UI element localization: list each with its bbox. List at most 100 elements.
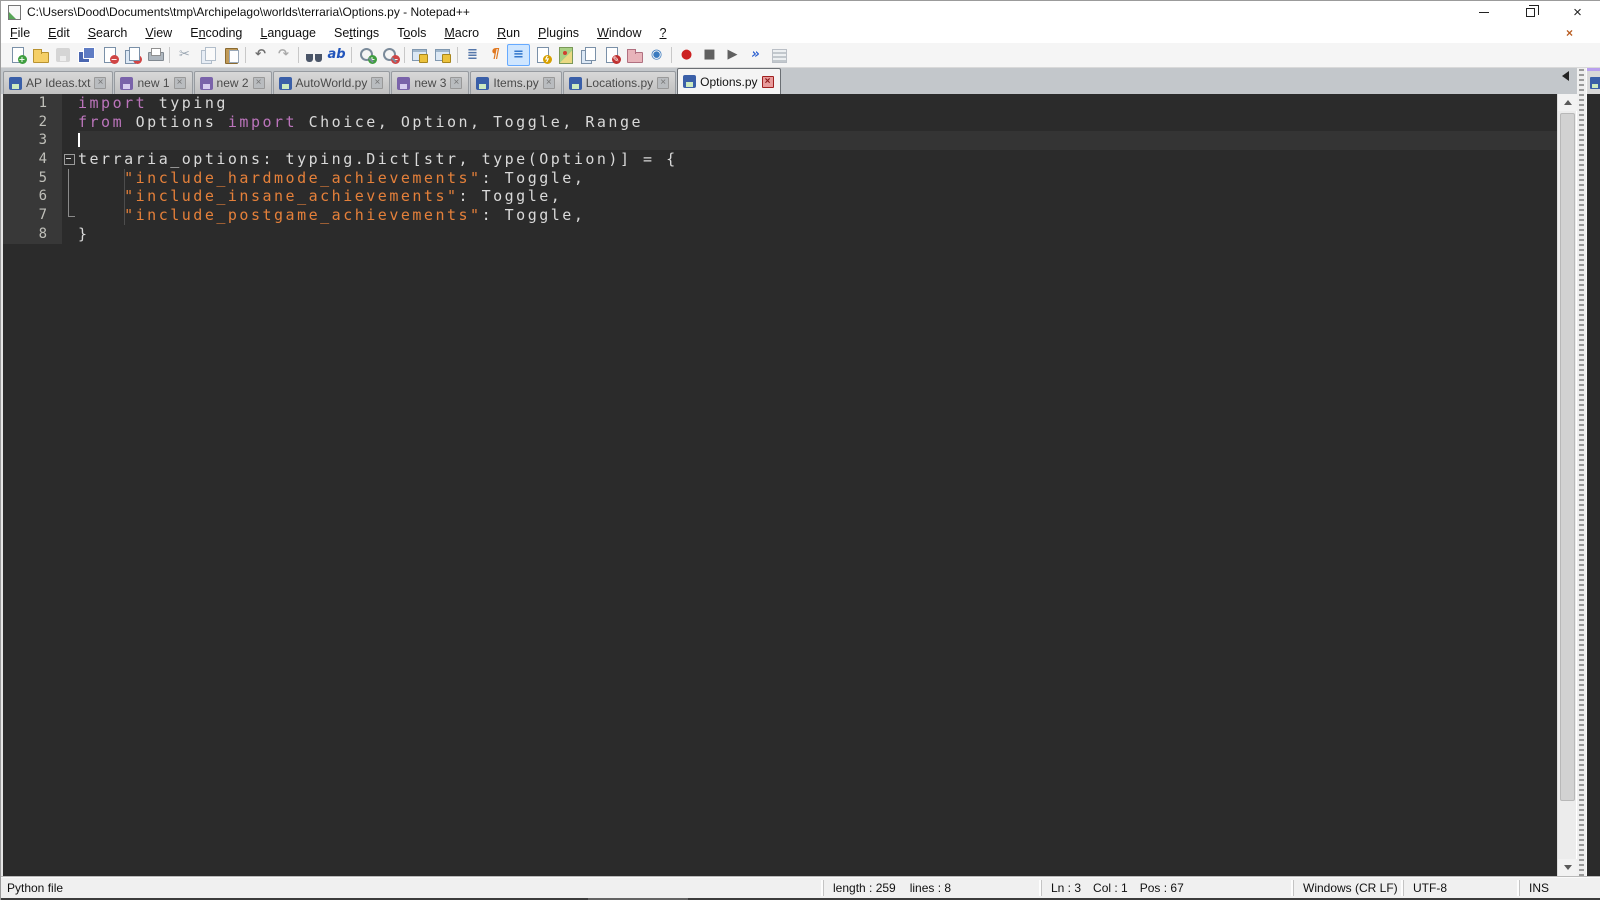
tab-new-2[interactable]: new 2 × [193,71,272,94]
folder-as-workspace-button[interactable] [622,44,645,66]
close-all-files-button[interactable]: − [120,44,143,66]
tab-locations-py[interactable]: Locations.py × [562,71,677,94]
copy-icon [200,47,216,64]
floppy-icon [568,76,582,90]
tab-autoworld-py[interactable]: AutoWorld.py × [272,71,391,94]
code-text: terraria_options: typing.Dict[str, type(… [78,150,1557,169]
run-macro-multiple-times-icon: » [751,47,760,62]
scroll-up-arrow[interactable] [1558,94,1577,111]
function-list-button[interactable]: ϟ [530,44,553,66]
token: : Toggle, [458,187,563,206]
document-edit-button[interactable]: ✎ [599,44,622,66]
tab-close-icon[interactable]: × [371,77,384,89]
redo-button[interactable]: ↷ [272,44,295,66]
paste-button[interactable] [219,44,242,66]
menu-macro[interactable]: Macro [435,24,488,42]
tab-close-icon[interactable]: × [450,77,463,89]
status-insert-mode[interactable]: INS [1519,880,1600,896]
monitoring-button[interactable]: ◉ [645,44,668,66]
menu-encoding[interactable]: Encoding [181,24,251,42]
partial-tab[interactable] [1587,68,1600,94]
close-file-button[interactable]: − [97,44,120,66]
playback-icon: ▶ [727,47,738,62]
menu-file[interactable]: File [1,24,39,42]
stop-recording-button[interactable]: ■ [698,44,721,66]
tab-items-py[interactable]: Items.py × [470,71,562,94]
document-map-button[interactable] [553,44,576,66]
playback-button[interactable]: ▶ [721,44,744,66]
copy-button[interactable] [196,44,219,66]
indent-guide [124,206,125,225]
floppy-icon [397,76,411,90]
save-button[interactable] [51,44,74,66]
close-button[interactable]: × [1554,1,1600,23]
save-recorded-macro-button[interactable] [767,44,790,66]
menu-tools[interactable]: Tools [388,24,435,42]
undo-button[interactable]: ↶ [249,44,272,66]
menu-help[interactable]: ? [651,24,676,42]
print-button[interactable] [143,44,166,66]
code-editor[interactable]: 1 import typing 2 from Options import Choic… [1,94,1557,876]
tab-close-icon[interactable]: × [173,77,186,89]
vertical-scrollbar[interactable] [1557,94,1577,876]
new-file-button[interactable]: + [5,44,28,66]
window-title: C:\Users\Dood\Documents\tmp\Archipelago\… [27,5,470,19]
show-all-characters-button[interactable]: ¶ [484,44,507,66]
menu-edit[interactable]: Edit [39,24,79,42]
open-file-button[interactable] [28,44,51,66]
tab-close-icon[interactable]: × [94,77,107,89]
menu-view[interactable]: View [136,24,181,42]
run-macro-multiple-times-button[interactable]: » [744,44,767,66]
code-line: 6 "include_insane_achievements": Toggle, [3,187,1557,207]
fold-marker [62,206,78,225]
tab-options-py[interactable]: Options.py × [677,68,781,94]
function-list-icon: ϟ [534,47,552,64]
line-number: 3 [3,131,62,151]
menu-window[interactable]: Window [588,24,650,42]
find-button[interactable] [302,44,325,66]
zoom-in-button[interactable]: + [355,44,378,66]
minimize-button[interactable] [1460,1,1507,23]
scroll-down-arrow[interactable] [1558,859,1577,876]
status-lines: lines : 8 [909,881,952,895]
menubar-close-icon[interactable]: × [1566,26,1573,40]
tab-scroll-left-arrow[interactable] [1562,71,1569,81]
toolbar-separator [298,47,299,63]
tab-new-3[interactable]: new 3 × [391,71,470,94]
show-indent-guide-button[interactable]: ≡ [507,44,530,66]
indent-guide [124,187,125,207]
tab-new-1[interactable]: new 1 × [114,71,193,94]
zoom-out-button[interactable]: − [378,44,401,66]
fold-margin [62,225,78,244]
tab-close-icon[interactable]: × [252,77,265,89]
tab-ap-ideas-txt[interactable]: AP Ideas.txt × [3,71,114,94]
toolbar-separator [351,47,352,63]
zoom-in-icon: + [359,47,377,64]
menu-run[interactable]: Run [488,24,529,42]
menu-language[interactable]: Language [251,24,325,42]
sync-horizontal-scrolling-button[interactable] [431,44,454,66]
dock-splitter-gripper[interactable] [1577,68,1586,876]
word-wrap-button[interactable]: ≣ [461,44,484,66]
menu-settings[interactable]: Settings [325,24,388,42]
tab-close-icon[interactable]: × [761,75,774,88]
save-all-button[interactable] [74,44,97,66]
start-recording-button[interactable]: ● [675,44,698,66]
text-caret [78,133,80,148]
scrollbar-thumb[interactable] [1560,113,1575,801]
cut-button[interactable]: ✂ [173,44,196,66]
menu-search[interactable]: Search [79,24,137,42]
document-list-button[interactable] [576,44,599,66]
badge-icon: − [132,55,142,64]
line-number: 1 [3,94,62,113]
show-all-characters-icon: ¶ [491,47,500,62]
fold-marker[interactable] [62,150,78,169]
status-cursor-position: Ln : 3 Col : 1 Pos : 67 [1041,880,1293,896]
sync-vertical-scrolling-button[interactable] [408,44,431,66]
tab-close-icon[interactable]: × [542,77,555,89]
tab-close-icon[interactable]: × [657,77,670,89]
menu-plugins[interactable]: Plugins [529,24,588,42]
show-indent-guide-icon: ≡ [513,47,524,62]
restore-button[interactable] [1507,1,1554,23]
replace-button[interactable]: ab [325,44,348,66]
